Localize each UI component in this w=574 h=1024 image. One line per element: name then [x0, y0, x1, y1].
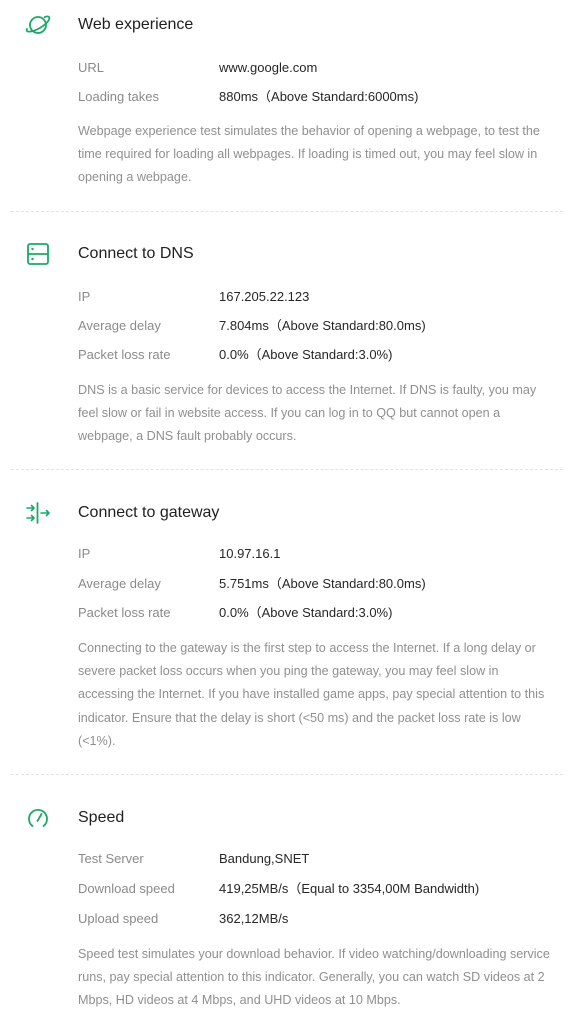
gateway-loss-value: 0.0%（Above Standard:3.0%) — [219, 605, 393, 620]
download-speed-label: Download speed — [78, 881, 175, 896]
speed-section: Speed Test Server Bandung,SNET Download … — [0, 803, 574, 1024]
divider — [11, 211, 563, 212]
upload-speed-value: 362,12MB/s — [219, 911, 289, 926]
speed-header: Speed — [0, 803, 574, 833]
loading-value: 880ms（Above Standard:6000ms) — [219, 89, 419, 104]
dns-delay-label: Average delay — [78, 318, 161, 333]
download-speed-value: 419,25MB/s（Equal to 3354,00M Bandwidth) — [219, 881, 480, 896]
web-experience-title: Web experience — [78, 16, 194, 33]
gateway-delay-row: Average delay 5.751ms（Above Standard:80.… — [0, 574, 574, 594]
divider — [11, 774, 563, 775]
web-experience-section: Web experience URL www.google.com Loadin… — [0, 10, 574, 210]
dns-title: Connect to DNS — [78, 245, 194, 262]
gateway-title: Connect to gateway — [78, 504, 220, 521]
download-speed-row: Download speed 419,25MB/s（Equal to 3354,… — [0, 879, 574, 899]
gateway-ip-label: IP — [78, 546, 91, 561]
gateway-arrows-icon — [24, 500, 52, 526]
gateway-loss-label: Packet loss rate — [78, 605, 171, 620]
speedometer-icon — [24, 805, 52, 831]
speed-description: Speed test simulates your download behav… — [78, 947, 550, 1008]
dns-loss-label: Packet loss rate — [78, 347, 171, 362]
gateway-description: Connecting to the gateway is the first s… — [78, 641, 545, 748]
upload-speed-label: Upload speed — [78, 911, 159, 926]
dns-loss-value: 0.0%（Above Standard:3.0%) — [219, 347, 393, 362]
url-label: URL — [78, 60, 105, 75]
upload-speed-row: Upload speed 362,12MB/s — [0, 909, 574, 929]
gateway-delay-value: 5.751ms（Above Standard:80.0ms) — [219, 576, 426, 591]
test-server-label: Test Server — [78, 851, 144, 866]
dns-header: Connect to DNS — [0, 239, 574, 269]
speed-title: Speed — [78, 809, 125, 826]
gateway-ip-row: IP 10.97.16.1 — [0, 544, 574, 564]
dns-ip-value: 167.205.22.123 — [219, 289, 310, 304]
dns-section: Connect to DNS IP 167.205.22.123 Average… — [0, 239, 574, 459]
dns-ip-row: IP 167.205.22.123 — [0, 287, 574, 307]
loading-label: Loading takes — [78, 89, 159, 104]
loading-row: Loading takes 880ms（Above Standard:6000m… — [0, 87, 574, 107]
gateway-section: Connect to gateway IP 10.97.16.1 Average… — [0, 498, 574, 758]
gateway-delay-label: Average delay — [78, 576, 161, 591]
url-row: URL www.google.com — [0, 58, 574, 78]
dns-loss-row: Packet loss rate 0.0%（Above Standard:3.0… — [0, 345, 574, 365]
dns-ip-label: IP — [78, 289, 91, 304]
planet-icon — [24, 12, 52, 38]
test-server-value: Bandung,SNET — [219, 851, 310, 866]
dns-delay-row: Average delay 7.804ms（Above Standard:80.… — [0, 316, 574, 336]
server-icon — [24, 241, 52, 267]
gateway-ip-value: 10.97.16.1 — [219, 546, 281, 561]
test-server-row: Test Server Bandung,SNET — [0, 849, 574, 869]
gateway-header: Connect to gateway — [0, 498, 574, 528]
web-experience-description: Webpage experience test simulates the be… — [78, 124, 540, 185]
gateway-loss-row: Packet loss rate 0.0%（Above Standard:3.0… — [0, 603, 574, 623]
dns-description: DNS is a basic service for devices to ac… — [78, 383, 537, 444]
divider — [11, 469, 563, 470]
dns-delay-value: 7.804ms（Above Standard:80.0ms) — [219, 318, 426, 333]
web-experience-header: Web experience — [0, 10, 574, 40]
url-value: www.google.com — [219, 60, 318, 75]
